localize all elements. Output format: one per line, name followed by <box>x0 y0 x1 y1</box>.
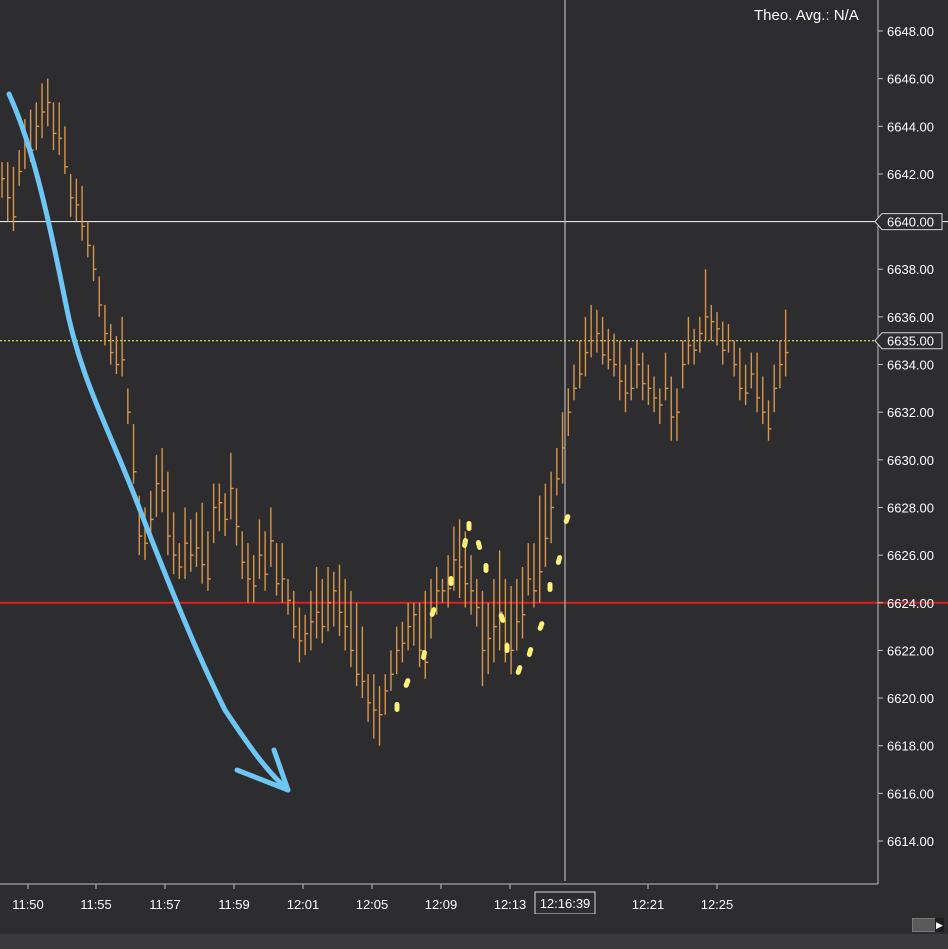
y-tick-label: 6628.00 <box>887 500 934 515</box>
highlight-mark <box>403 678 411 688</box>
highlight-mark <box>555 555 563 565</box>
x-tick-label: 12:13 <box>494 897 527 912</box>
cursor-time-label: 12:16:39 <box>540 896 591 911</box>
price-chart[interactable]: 6648.00 6646.00 6644.00 6642.00 6640.00 6638.… <box>0 0 948 949</box>
y-tick-label: 6614.00 <box>887 834 934 849</box>
theo-avg-label: Theo. Avg.: N/A <box>754 7 859 24</box>
axes-layer: 6648.00 6646.00 6644.00 6642.00 6640.00 6638.… <box>0 0 943 915</box>
highlight-mark <box>394 702 400 712</box>
highlight-mark <box>483 563 489 573</box>
x-tick-label: 12:01 <box>287 897 320 912</box>
trend-arrow-shaft <box>6 91 291 793</box>
y-tick-label: 6642.00 <box>887 167 934 182</box>
y-tick-label: 6622.00 <box>887 643 934 658</box>
highlight-mark <box>547 582 553 592</box>
y-tick-label: 6620.00 <box>887 691 934 706</box>
y-tick-label: 6646.00 <box>887 72 934 87</box>
scroll-right-arrow-icon[interactable]: ▶ <box>935 918 944 932</box>
highlight-mark <box>466 521 472 531</box>
highlight-mark <box>504 643 510 653</box>
x-tick-label: 11:50 <box>12 897 44 912</box>
time-scrollbar[interactable] <box>0 914 948 934</box>
y-tick-label: 6624.00 <box>887 596 934 611</box>
y-tick-label: 6636.00 <box>887 310 934 325</box>
dotted-price-marker-text: 6635.00 <box>887 334 934 349</box>
y-tick-label: 6618.00 <box>887 739 934 754</box>
highlight-mark <box>475 540 483 550</box>
x-tick-label: 11:57 <box>149 897 181 912</box>
x-tick-label: 12:21 <box>632 897 665 912</box>
y-tick-label: 6630.00 <box>887 453 934 468</box>
trend-arrow-annotation <box>6 91 291 793</box>
y-tick-label: 6626.00 <box>887 548 934 563</box>
y-tick-label: 6644.00 <box>887 119 934 134</box>
scrollbar-thumb[interactable] <box>912 918 936 932</box>
highlight-mark <box>448 576 454 586</box>
highlight-mark <box>421 650 427 660</box>
y-tick-label: 6638.00 <box>887 262 934 277</box>
y-tick-label: 6632.00 <box>887 405 934 420</box>
highlight-mark <box>537 621 545 631</box>
x-tick-label: 11:59 <box>218 897 250 912</box>
chart-area[interactable]: 6648.00 6646.00 6644.00 6642.00 6640.00 6638.… <box>0 0 948 949</box>
horizontal-lines-layer <box>0 0 948 881</box>
x-tick-label: 12:25 <box>701 897 734 912</box>
highlight-mark <box>429 607 437 617</box>
y-tick-label: 6634.00 <box>887 358 934 373</box>
x-tick-label: 12:05 <box>356 897 389 912</box>
status-strip <box>0 934 948 949</box>
x-tick-label: 12:09 <box>425 897 458 912</box>
crosshair-price-marker-text: 6640.00 <box>887 215 934 230</box>
highlight-mark <box>462 538 468 548</box>
y-tick-label: 6648.00 <box>887 24 934 39</box>
highlight-mark <box>563 514 571 524</box>
x-tick-label: 11:55 <box>80 897 112 912</box>
ohlc-bars-layer <box>1 78 789 746</box>
highlight-mark <box>515 665 523 675</box>
y-tick-label: 6616.00 <box>887 786 934 801</box>
highlight-mark <box>526 647 534 657</box>
